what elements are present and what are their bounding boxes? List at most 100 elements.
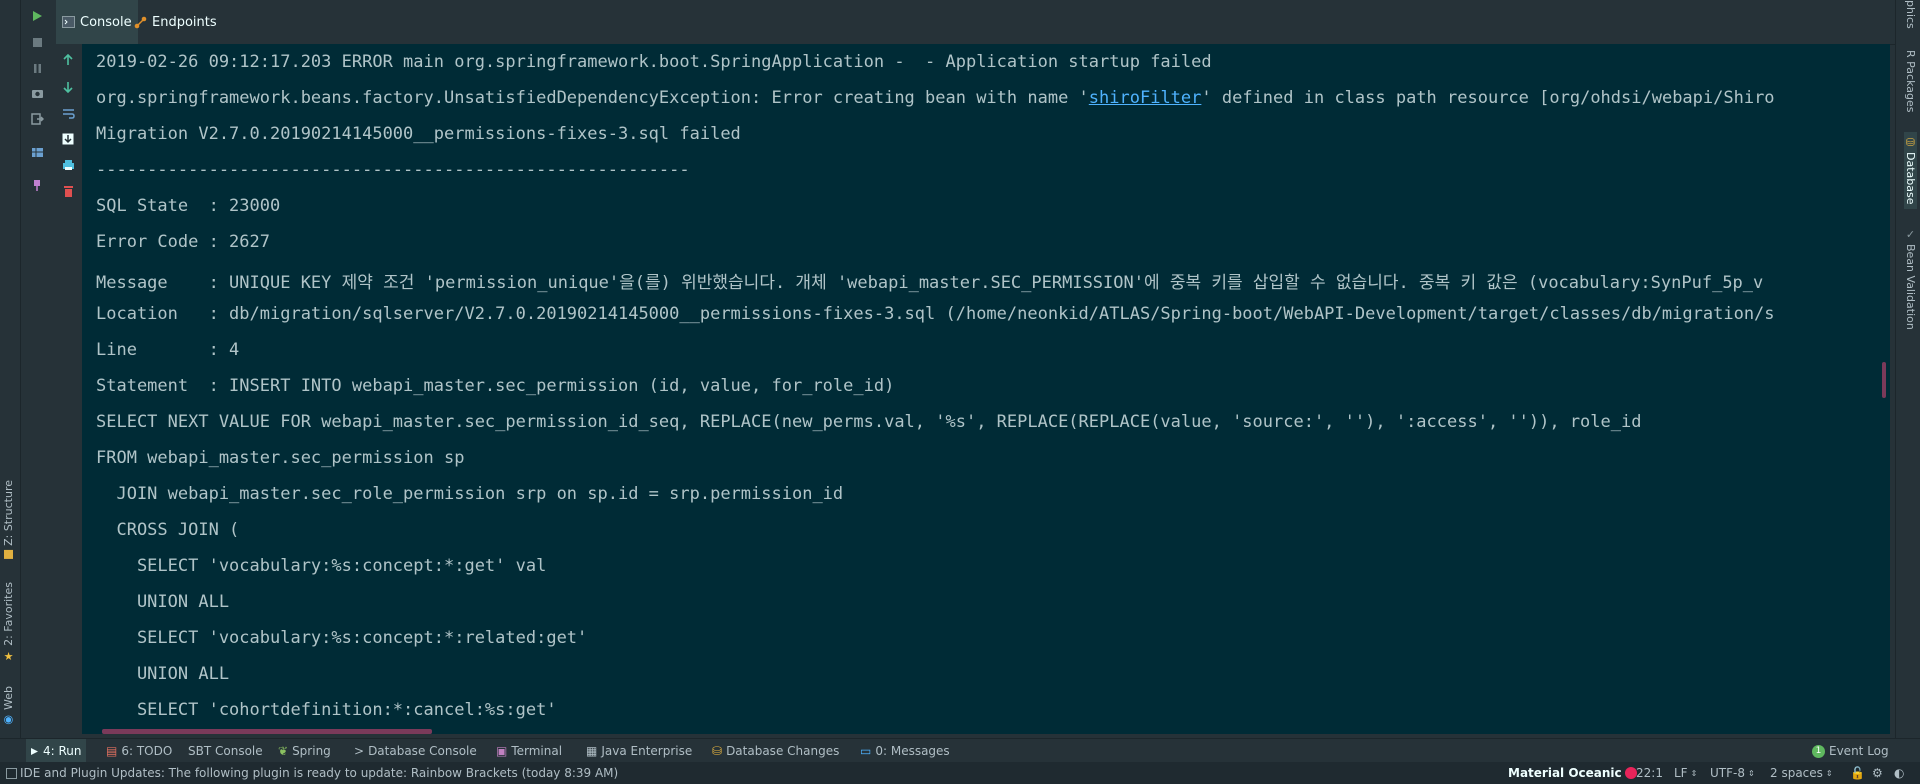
pin-icon: [34, 179, 40, 191]
status-checkbox-icon: [6, 767, 17, 779]
database-tab[interactable]: ⛁ Database: [1904, 132, 1917, 209]
tab-console-label: Console: [80, 14, 132, 30]
inspector-icon: ⚙: [1872, 766, 1883, 780]
tab-spring-label: Spring: [292, 744, 331, 758]
play-icon: [33, 11, 42, 21]
java-enterprise-icon: ▦: [586, 744, 598, 758]
memory-button[interactable]: ◐: [1894, 762, 1904, 784]
lock-icon: 🔓: [1850, 766, 1865, 780]
console-line: org.springframework.beans.factory.Unsati…: [96, 88, 1775, 108]
camera-icon: [31, 90, 43, 98]
console-line: 2019-02-26 09:12:17.203 ERROR main org.s…: [96, 52, 1212, 72]
pause-button[interactable]: [30, 61, 44, 75]
todo-icon: ▤: [106, 744, 118, 758]
endpoints-icon: [134, 16, 147, 28]
graphics-tab[interactable]: phics: [1904, 0, 1917, 29]
console-line: Line : 4: [96, 340, 240, 360]
chevron-updown-icon: ⇕: [1825, 768, 1833, 778]
scroll-end-icon: [62, 133, 74, 145]
tab-database-console-label: Database Console: [368, 744, 477, 758]
soft-wrap-button[interactable]: [60, 105, 76, 121]
tab-spring[interactable]: ❦ Spring: [274, 739, 335, 763]
tab-terminal-label: Terminal: [511, 744, 563, 758]
terminal-icon: ▣: [496, 744, 508, 758]
clear-all-button[interactable]: [60, 183, 76, 199]
scroll-down-button[interactable]: [60, 79, 76, 95]
indent-setting[interactable]: 2 spaces ⇕: [1770, 762, 1833, 784]
tab-todo[interactable]: ▤ 6: TODO: [102, 739, 176, 763]
theme-accent-icon: [1624, 767, 1637, 779]
theme-indicator[interactable]: Material Oceanic: [1508, 762, 1637, 784]
console-line: Error Code : 2627: [96, 232, 270, 252]
tab-messages[interactable]: ▭ 0: Messages: [856, 739, 954, 763]
r-packages-tab-label: R Packages: [1904, 50, 1917, 113]
inspector-button[interactable]: ⚙: [1872, 762, 1883, 784]
theme-name: Material Oceanic: [1508, 766, 1622, 780]
layout-button[interactable]: [30, 145, 44, 159]
console-line-text: ' defined in class path resource [org/oh…: [1201, 88, 1775, 108]
web-tab[interactable]: ◉ Web: [2, 686, 15, 727]
event-log-button[interactable]: 1 Event Log: [1808, 739, 1893, 763]
favorites-tab[interactable]: ★ 2: Favorites: [2, 582, 15, 663]
status-message-text: IDE and Plugin Updates: The following pl…: [20, 766, 619, 780]
stop-button[interactable]: [30, 35, 44, 49]
web-icon: ◉: [2, 713, 15, 727]
tab-terminal[interactable]: ▣ Terminal: [492, 739, 566, 763]
left-tool-strip: Z: Structure ★ 2: Favorites ◉ Web: [0, 0, 21, 754]
right-tool-strip: phics R Packages ⛁ Database ✓ Bean Valid…: [1895, 0, 1920, 754]
console-line: SELECT 'cohortdefinition:*:cancel:%s:get…: [96, 700, 557, 720]
tab-java-enterprise-label: Java Enterprise: [601, 744, 693, 758]
vertical-scrollbar[interactable]: [1882, 362, 1886, 398]
prompt-icon: >: [354, 744, 365, 758]
print-button[interactable]: [60, 157, 76, 173]
graphics-tab-label: phics: [1904, 0, 1917, 29]
file-encoding[interactable]: UTF-8 ⇕: [1710, 762, 1755, 784]
rerun-button[interactable]: [30, 9, 44, 23]
tab-java-enterprise[interactable]: ▦ Java Enterprise: [582, 739, 696, 763]
arrow-down-icon: [63, 82, 73, 93]
dump-threads-button[interactable]: [30, 86, 44, 100]
structure-tab[interactable]: Z: Structure: [2, 480, 15, 559]
console-line: SELECT 'vocabulary:%s:concept:*:related:…: [96, 628, 588, 648]
lock-button[interactable]: 🔓: [1850, 762, 1865, 784]
horizontal-scrollbar[interactable]: [102, 729, 432, 734]
bean-validation-tab[interactable]: ✓ Bean Validation: [1904, 228, 1917, 330]
console-output[interactable]: 2019-02-26 09:12:17.203 ERROR main org.s…: [82, 44, 1890, 734]
status-message[interactable]: IDE and Plugin Updates: The following pl…: [6, 762, 618, 784]
console-line: Statement : INSERT INTO webapi_master.se…: [96, 376, 895, 396]
pause-icon: [33, 63, 41, 73]
scroll-to-end-button[interactable]: [60, 131, 76, 147]
line-separator[interactable]: LF ⇕: [1674, 762, 1697, 784]
tab-run-label: 4: Run: [43, 744, 82, 758]
tab-run[interactable]: 4: Run: [26, 739, 86, 763]
exit-button[interactable]: [30, 112, 44, 126]
bottom-tool-tabs: 4: Run ▤ 6: TODO SBT Console ❦ Spring > …: [0, 738, 1920, 763]
chevron-updown-icon: ⇕: [1690, 768, 1698, 778]
line-separator-text: LF: [1674, 766, 1688, 780]
tab-console[interactable]: Console: [56, 0, 138, 44]
spring-icon: ❦: [278, 744, 289, 758]
tab-database-console[interactable]: > Database Console: [350, 739, 481, 763]
r-packages-tab[interactable]: R Packages: [1904, 50, 1917, 112]
tab-messages-label: 0: Messages: [875, 744, 950, 758]
chevron-updown-icon: ⇕: [1747, 768, 1755, 778]
console-icon: [62, 16, 75, 28]
tab-endpoints[interactable]: Endpoints: [128, 0, 223, 44]
console-line: ----------------------------------------…: [96, 160, 690, 180]
arrow-up-icon: [63, 54, 73, 65]
star-icon: ★: [2, 649, 15, 663]
console-side-toolbar: [54, 44, 82, 734]
console-line: JOIN webapi_master.sec_role_permission s…: [96, 484, 844, 504]
scroll-up-button[interactable]: [60, 52, 76, 68]
indent-setting-text: 2 spaces: [1770, 766, 1823, 780]
tab-database-changes[interactable]: ⛁ Database Changes: [708, 739, 843, 763]
shirofilter-link[interactable]: shiroFilter: [1089, 88, 1202, 108]
tab-database-changes-label: Database Changes: [726, 744, 840, 758]
console-line: Message : UNIQUE KEY 제약 조건 'permission_u…: [96, 273, 1764, 293]
pin-button[interactable]: [30, 178, 44, 192]
console-line: CROSS JOIN (: [96, 520, 240, 540]
caret-position[interactable]: 22:1: [1636, 762, 1663, 784]
print-icon: [62, 160, 74, 170]
favorites-tab-label: 2: Favorites: [2, 582, 15, 646]
tab-sbt-console[interactable]: SBT Console: [184, 739, 267, 763]
